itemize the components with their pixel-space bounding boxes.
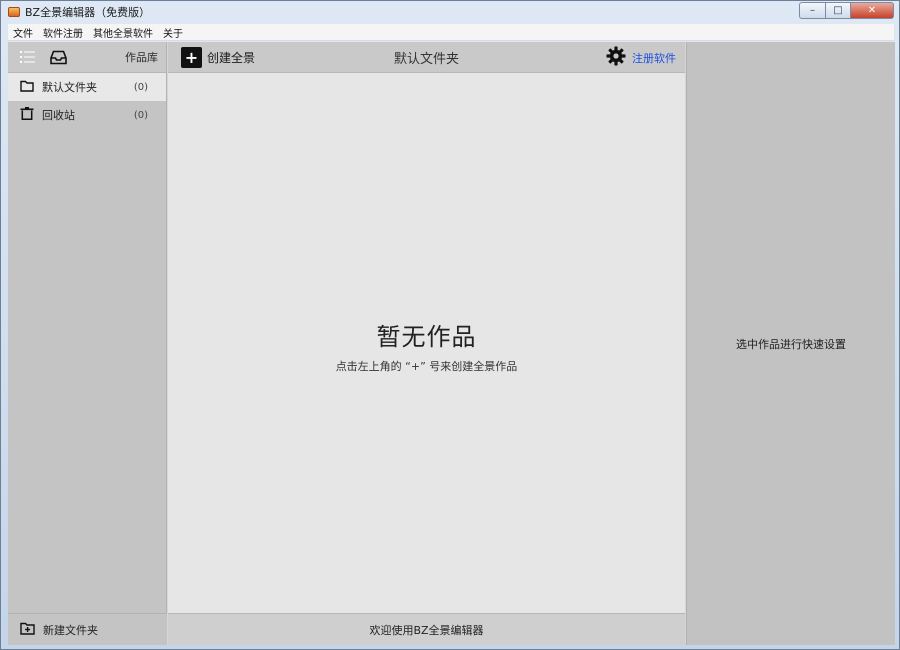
register-software-button[interactable]: 注册软件: [606, 46, 676, 69]
list-view-icon[interactable]: [20, 50, 36, 64]
welcome-text: 欢迎使用BZ全景编辑器: [369, 623, 484, 637]
client-area: 作品库 默认文件夹 (0) 回收站 (0) 新建文件夹 + 创建全景 默认文件夹…: [8, 42, 895, 645]
plus-icon: +: [181, 46, 202, 68]
trash-icon: [20, 107, 34, 123]
menu-file[interactable]: 文件: [8, 25, 38, 40]
empty-state-title: 暂无作品: [376, 323, 477, 351]
register-software-link[interactable]: 注册软件: [632, 50, 676, 66]
empty-state: 暂无作品 点击左上角的 “+” 号来创建全景作品: [168, 317, 685, 374]
status-bar: 欢迎使用BZ全景编辑器: [168, 613, 685, 645]
create-panorama-button[interactable]: + 创建全景: [181, 46, 256, 68]
maximize-button[interactable]: □: [825, 2, 850, 19]
sidebar-item-label: 默认文件夹: [42, 81, 97, 94]
new-folder-button[interactable]: 新建文件夹: [8, 613, 167, 645]
empty-state-hint: 点击左上角的 “+” 号来创建全景作品: [335, 360, 518, 373]
close-button[interactable]: ✕: [850, 2, 894, 19]
quick-settings-hint: 选中作品进行快速设置: [736, 337, 846, 351]
minimize-button[interactable]: –: [799, 2, 825, 19]
app-window: BZ全景编辑器（免费版） – □ ✕ 文件 软件注册 其他全景软件 关于 作品库…: [0, 0, 900, 650]
library-label: 作品库: [125, 51, 158, 64]
sidebar-item-default-folder[interactable]: 默认文件夹 (0): [8, 73, 166, 101]
menu-bar: 文件 软件注册 其他全景软件 关于: [8, 24, 894, 41]
folder-plus-icon: [20, 622, 35, 638]
folder-icon: [20, 80, 34, 95]
menu-other-software[interactable]: 其他全景软件: [88, 25, 158, 40]
inbox-icon[interactable]: [50, 50, 67, 65]
properties-panel: 选中作品进行快速设置: [686, 42, 895, 645]
sidebar-item-recycle-bin[interactable]: 回收站 (0): [8, 101, 166, 129]
window-title: BZ全景编辑器（免费版）: [25, 6, 151, 19]
menu-about[interactable]: 关于: [158, 25, 188, 40]
window-controls: – □ ✕: [799, 2, 894, 19]
menu-register[interactable]: 软件注册: [38, 25, 88, 40]
folder-count: (0): [133, 81, 148, 93]
folder-count: (0): [133, 109, 148, 121]
gear-icon[interactable]: [606, 46, 626, 69]
new-folder-label: 新建文件夹: [43, 623, 98, 637]
app-icon: [8, 7, 20, 17]
sidebar-toolbar: 作品库: [8, 42, 166, 73]
title-bar[interactable]: BZ全景编辑器（免费版） – □ ✕: [1, 1, 899, 23]
main-toolbar: + 创建全景 默认文件夹 注册软件: [168, 42, 685, 73]
main-panel: + 创建全景 默认文件夹 注册软件 暂无作品 点击左上角的 “+” 号来创建全景…: [168, 42, 685, 645]
sidebar-item-label: 回收站: [42, 109, 75, 122]
sidebar: 作品库 默认文件夹 (0) 回收站 (0) 新建文件夹: [8, 42, 167, 645]
create-panorama-label: 创建全景: [207, 50, 256, 65]
